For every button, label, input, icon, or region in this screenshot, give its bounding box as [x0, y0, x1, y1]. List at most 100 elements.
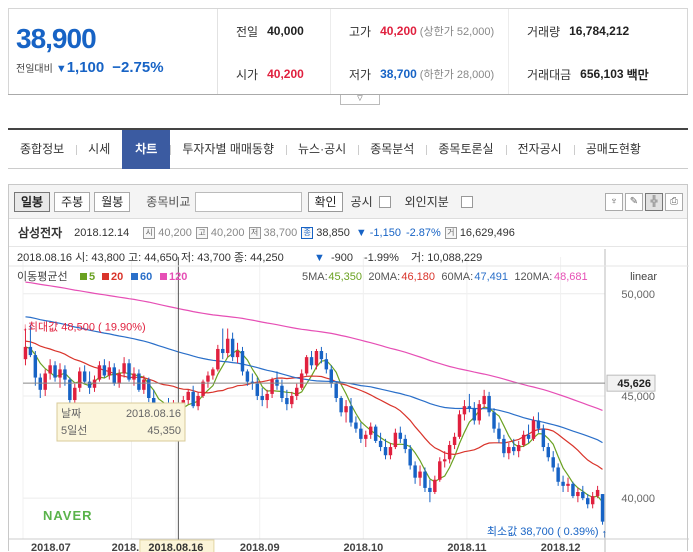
candle-body	[324, 359, 329, 370]
ma-legend-label: 이동평균선	[17, 270, 68, 283]
ma-legend-name: 60	[140, 271, 152, 283]
foreign-ownership-checkbox[interactable]	[460, 195, 473, 208]
compare-input[interactable]	[195, 191, 303, 212]
volume-icon: 거	[444, 226, 457, 239]
tab-7[interactable]: 전자공시	[505, 130, 574, 169]
candle-body	[28, 346, 33, 356]
period-button-0[interactable]: 일봉	[14, 191, 51, 212]
chart-tools: ♆ ✎ ╬ ⎙	[605, 193, 683, 211]
confirm-button[interactable]: 확인	[308, 191, 343, 212]
print-icon[interactable]: ⎙	[665, 193, 683, 211]
foreign-ownership-label: 외인지분	[404, 195, 449, 209]
candle-body	[502, 438, 506, 454]
candle-body	[201, 381, 205, 396]
stock-summary-line: 삼성전자 2018.12.14 시 40,200 고 40,200 저 38,700 …	[9, 219, 687, 247]
tab-6[interactable]: 종목토론실	[426, 130, 505, 169]
candle-body	[497, 428, 501, 439]
candle-body	[531, 420, 536, 439]
tab-2[interactable]: 차트	[122, 129, 171, 169]
tab-8[interactable]: 공매도현황	[573, 130, 653, 169]
volume-value: 16,629,496	[459, 226, 515, 239]
candle-body	[546, 447, 551, 458]
chart-toolbar: 일봉 주봉 월봉 종목비교 확인 공시 외인지분 ♆ ✎ ╬ ⎙	[9, 185, 687, 219]
candle-body	[196, 395, 200, 407]
info-rate: -1.99%	[364, 252, 399, 264]
ma-legend-swatch	[131, 273, 138, 280]
price-change: 전일대비 ▼ 1,100 −2.75%	[16, 59, 217, 76]
period-button-1[interactable]: 주봉	[54, 191, 91, 212]
close-value: 38,850	[316, 226, 350, 239]
candle-body	[349, 406, 353, 423]
candle-body	[319, 351, 324, 360]
candle-body	[566, 483, 570, 486]
candle-body	[457, 414, 462, 437]
tab-1[interactable]: 시세	[76, 130, 122, 169]
stat-value: 38,700	[380, 67, 417, 81]
down-arrow-icon: ▼	[55, 63, 67, 75]
tooltip-ma-label: 5일선	[61, 423, 87, 437]
candle-body	[581, 492, 585, 499]
candle-body	[147, 379, 151, 398]
candle-body	[561, 481, 565, 486]
stat-2: 거래량 16,784,212	[509, 9, 687, 53]
candle-body	[58, 369, 62, 378]
chevron-down-icon[interactable]: ▽	[340, 95, 380, 105]
down-arrow-icon: ▼	[355, 226, 367, 239]
candle-body	[507, 447, 511, 454]
candle-body	[472, 408, 477, 421]
disclosure-checkbox[interactable]	[378, 195, 391, 208]
candle-body	[359, 428, 363, 439]
candle-body	[255, 383, 260, 396]
stat-value: 40,200	[380, 24, 417, 38]
candle-body	[102, 365, 107, 376]
candle-body	[23, 346, 28, 360]
candle-body	[290, 395, 294, 405]
price-panel: 38,900 전일대비 ▼ 1,100 −2.75%	[9, 9, 218, 94]
stat-label: 거래대금	[527, 67, 572, 82]
tab-3[interactable]: 투자자별 매매동향	[170, 130, 286, 169]
candlestick-chart[interactable]: 50,00045,00040,00045,6262018.07 2018.0820…	[9, 249, 689, 552]
candle-body	[452, 436, 457, 445]
chart-panel: 일봉 주봉 월봉 종목비교 확인 공시 외인지분 ♆ ✎ ╬ ⎙ 삼성전자 2018…	[8, 184, 689, 552]
candle-body	[132, 373, 136, 380]
candle-body	[364, 434, 368, 439]
candle-body	[556, 467, 560, 482]
candle-body	[388, 447, 393, 456]
tab-4[interactable]: 뉴스·공시	[286, 130, 358, 169]
candle-body	[442, 459, 447, 462]
candle-body	[206, 375, 210, 382]
tooltip-date: 2018.08.16	[126, 408, 181, 420]
cursor-icon[interactable]: ╬	[645, 193, 663, 211]
tab-0[interactable]: 종합정보	[8, 130, 76, 169]
candle-body	[309, 357, 314, 366]
tab-5[interactable]: 종목분석	[358, 130, 426, 169]
candle-body	[107, 367, 112, 376]
info-change: -900	[331, 252, 353, 264]
candle-body	[299, 373, 304, 388]
change-rate: −2.75%	[112, 59, 164, 76]
candle-body	[216, 348, 220, 370]
naver-logo: NAVER	[43, 508, 93, 523]
pencil-icon[interactable]: ✎	[625, 193, 643, 211]
candle-body	[43, 373, 47, 390]
ma-value-label: 5MA:	[302, 271, 328, 283]
ma-legend-name: 5	[89, 271, 95, 283]
stat-value: 40,200	[267, 67, 304, 81]
stat-0: 전일 40,000	[218, 9, 331, 53]
open-value: 40,200	[158, 226, 192, 239]
candle-body	[447, 445, 452, 460]
quote-summary: 38,900 전일대비 ▼ 1,100 −2.75% 전일 40,000 고가 40,…	[8, 8, 688, 95]
stat-sub: (상한가 52,000)	[419, 26, 495, 38]
candle-body	[186, 391, 190, 401]
candle-body	[225, 338, 230, 354]
candle-body	[541, 428, 546, 448]
candle-body	[368, 426, 373, 435]
candle-body	[393, 432, 398, 448]
candle-body	[221, 348, 225, 354]
candle-body	[536, 420, 541, 429]
stat-5: 거래대금 656,103 백만	[509, 53, 687, 95]
tooltip-ma: 45,350	[147, 425, 181, 437]
candle-body	[428, 487, 432, 492]
pin-icon[interactable]: ♆	[605, 193, 623, 211]
period-button-2[interactable]: 월봉	[94, 191, 131, 212]
